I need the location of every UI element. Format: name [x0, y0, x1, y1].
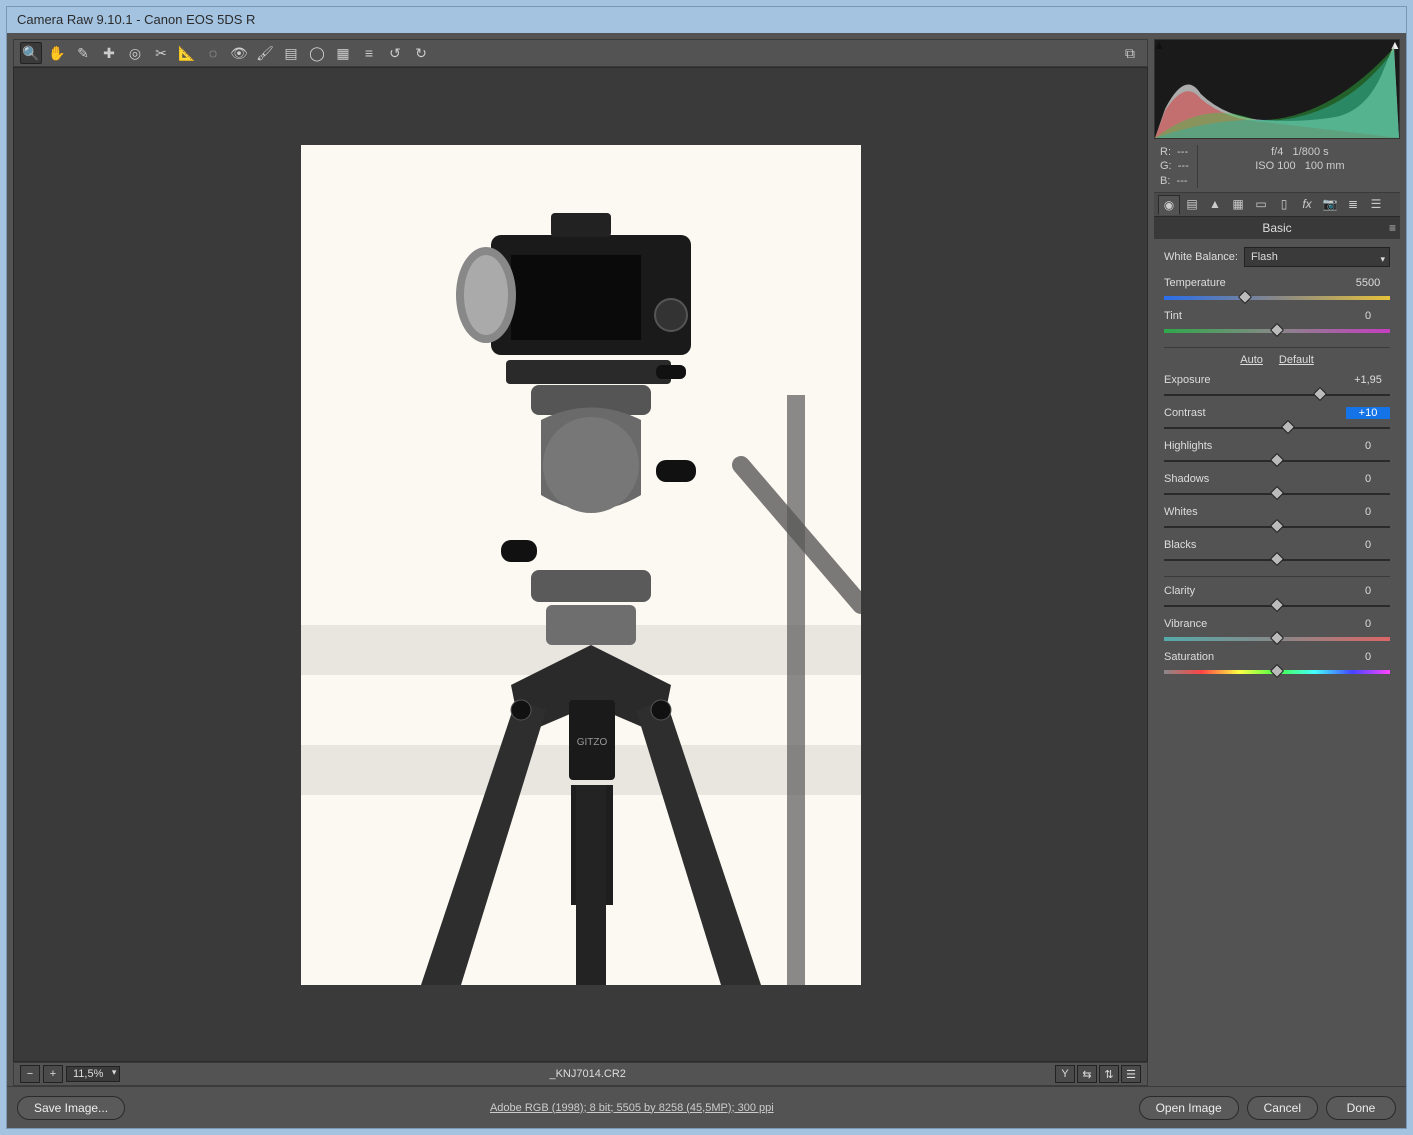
- crop-icon[interactable]: ✂: [150, 42, 172, 64]
- window-title: Camera Raw 9.10.1 - Canon EOS 5DS R: [17, 12, 255, 27]
- save-image-button[interactable]: Save Image...: [17, 1096, 125, 1120]
- hand-icon[interactable]: ✋: [46, 42, 68, 64]
- image-info-link[interactable]: Adobe RGB (1998); 8 bit; 5505 by 8258 (4…: [135, 1102, 1129, 1114]
- app-window: Camera Raw 9.10.1 - Canon EOS 5DS R 🔍 ✋ …: [6, 6, 1407, 1129]
- preview-status-bar: − + 11,5% _KNJ7014.CR2 Y ⇆ ⇅ ☰: [13, 1062, 1148, 1086]
- toolbar: 🔍 ✋ ✎ ✚ ◎ ✂ 📐 ◌ 👁 🖌 ▤ ◯ ▦ ≡ ↺ ↻ ⧉: [13, 39, 1148, 67]
- eyedropper-icon[interactable]: ✎: [72, 42, 94, 64]
- open-image-button[interactable]: Open Image: [1139, 1096, 1239, 1120]
- color-sampler-icon[interactable]: ✚: [98, 42, 120, 64]
- left-panel: 🔍 ✋ ✎ ✚ ◎ ✂ 📐 ◌ 👁 🖌 ▤ ◯ ▦ ≡ ↺ ↻ ⧉: [13, 39, 1148, 1086]
- preview-image: GITZO: [301, 145, 861, 985]
- zoom-in-button[interactable]: +: [43, 1065, 63, 1083]
- bottom-bar: Save Image... Adobe RGB (1998); 8 bit; 5…: [7, 1086, 1406, 1128]
- tab-lens[interactable]: ▯: [1273, 194, 1295, 214]
- preferences-icon[interactable]: ≡: [358, 42, 380, 64]
- swap-before-after-button[interactable]: ⇅: [1099, 1065, 1119, 1083]
- temperature-slider[interactable]: Temperature5500: [1164, 275, 1390, 304]
- cancel-button[interactable]: Cancel: [1247, 1096, 1318, 1120]
- red-eye-icon[interactable]: 👁: [228, 42, 250, 64]
- target-adjust-icon[interactable]: ◎: [124, 42, 146, 64]
- tint-slider[interactable]: Tint0: [1164, 308, 1390, 337]
- filename-label: _KNJ7014.CR2: [126, 1068, 1049, 1080]
- photo-content: GITZO: [301, 145, 861, 985]
- spot-removal-icon[interactable]: ◌: [202, 42, 224, 64]
- zoom-level-dropdown[interactable]: 11,5%: [66, 1066, 120, 1082]
- rotate-left-icon[interactable]: ↺: [384, 42, 406, 64]
- graduated-filter-icon[interactable]: ▤: [280, 42, 302, 64]
- clarity-slider[interactable]: Clarity0: [1164, 583, 1390, 612]
- straighten-icon[interactable]: 📐: [176, 42, 198, 64]
- panel-tabs: ◉ ▤ ▲ ▦ ▭ ▯ fx 📷 ≣ ☰: [1154, 193, 1400, 217]
- done-button[interactable]: Done: [1326, 1096, 1396, 1120]
- main-area: 🔍 ✋ ✎ ✚ ◎ ✂ 📐 ◌ 👁 🖌 ▤ ◯ ▦ ≡ ↺ ↻ ⧉: [7, 33, 1406, 1086]
- tab-snapshots[interactable]: ☰: [1365, 194, 1387, 214]
- tab-tone-curve[interactable]: ▤: [1181, 194, 1203, 214]
- contrast-slider[interactable]: Contrast+10: [1164, 405, 1390, 434]
- title-bar: Camera Raw 9.10.1 - Canon EOS 5DS R: [7, 7, 1406, 33]
- tab-basic[interactable]: ◉: [1158, 195, 1180, 215]
- tab-detail[interactable]: ▲: [1204, 194, 1226, 214]
- tab-camera[interactable]: 📷: [1319, 194, 1341, 214]
- panel-header: Basic ≡: [1154, 217, 1400, 239]
- adjustment-brush-icon[interactable]: 🖌: [254, 42, 276, 64]
- blacks-slider[interactable]: Blacks0: [1164, 537, 1390, 566]
- preview-y-button[interactable]: Y: [1055, 1065, 1075, 1083]
- default-link[interactable]: Default: [1279, 354, 1314, 366]
- right-panel: ▲ ▲ R: --- G: --- B: --- f/4 1/800: [1154, 39, 1400, 1086]
- zoom-out-button[interactable]: −: [20, 1065, 40, 1083]
- tab-fx[interactable]: fx: [1296, 194, 1318, 214]
- tab-split-toning[interactable]: ▭: [1250, 194, 1272, 214]
- white-balance-select[interactable]: Flash: [1244, 247, 1390, 267]
- whites-slider[interactable]: Whites0: [1164, 504, 1390, 533]
- basic-panel-body: White Balance: Flash Temperature5500 Tin…: [1154, 239, 1400, 1086]
- rgb-exif-info: R: --- G: --- B: --- f/4 1/800 s ISO 100…: [1154, 141, 1400, 193]
- zoom-icon[interactable]: 🔍: [20, 42, 42, 64]
- vibrance-slider[interactable]: Vibrance0: [1164, 616, 1390, 645]
- panel-title: Basic: [1262, 221, 1291, 235]
- radial-filter-icon[interactable]: ◯: [306, 42, 328, 64]
- tab-presets[interactable]: ≣: [1342, 194, 1364, 214]
- preview-area[interactable]: GITZO: [13, 67, 1148, 1062]
- auto-link[interactable]: Auto: [1240, 354, 1263, 366]
- rotate-right-icon[interactable]: ↻: [410, 42, 432, 64]
- tab-hsl[interactable]: ▦: [1227, 194, 1249, 214]
- compare-before-after-button[interactable]: ⇆: [1077, 1065, 1097, 1083]
- toggle-preview-icon[interactable]: ⧉: [1119, 42, 1141, 64]
- saturation-slider[interactable]: Saturation0: [1164, 649, 1390, 678]
- panel-menu-icon[interactable]: ≡: [1389, 221, 1396, 235]
- exposure-slider[interactable]: Exposure+1,95: [1164, 372, 1390, 401]
- transform-icon[interactable]: ▦: [332, 42, 354, 64]
- histogram[interactable]: ▲ ▲: [1154, 39, 1400, 139]
- white-balance-label: White Balance:: [1164, 251, 1238, 263]
- shadows-slider[interactable]: Shadows0: [1164, 471, 1390, 500]
- svg-text:GITZO: GITZO: [576, 737, 607, 748]
- preview-settings-button[interactable]: ☰: [1121, 1065, 1141, 1083]
- highlights-slider[interactable]: Highlights0: [1164, 438, 1390, 467]
